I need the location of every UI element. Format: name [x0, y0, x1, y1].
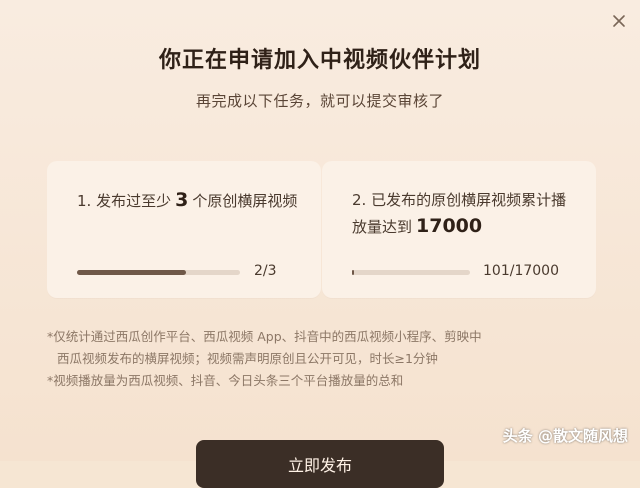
task-text-suffix: 个原创横屏视频	[192, 192, 298, 210]
progress-bar-fill	[77, 270, 186, 275]
task-text-prefix: 1. 发布过至少	[77, 192, 172, 210]
dialog-title: 你正在申请加入中视频伙伴计划	[158, 48, 481, 73]
task-description: 1. 发布过至少 3 个原创横屏视频	[77, 187, 301, 214]
task-target-number: 17000	[416, 215, 483, 237]
task-target-number: 3	[175, 189, 189, 211]
note-line: *仅统计通过西瓜创作平台、西瓜视频 App、抖音中的西瓜视频小程序、剪映中	[47, 329, 482, 344]
watermark: 头条 @散文随风想	[502, 427, 628, 445]
publish-now-button[interactable]: 立即发布	[196, 440, 444, 488]
progress-bar	[352, 270, 470, 275]
dialog-subtitle: 再完成以下任务，就可以提交审核了	[195, 92, 444, 110]
progress-bar	[77, 270, 240, 275]
eligibility-notes: *仅统计通过西瓜创作平台、西瓜视频 App、抖音中的西瓜视频小程序、剪映中 西瓜…	[47, 326, 607, 392]
task-description: 2. 已发布的原创横屏视频累计播放量达到 17000	[352, 187, 576, 240]
progress-bar-fill	[352, 270, 354, 275]
note-line: 西瓜视频发布的横屏视频；视频需声明原创且公开可见，时长≥1分钟	[57, 351, 438, 366]
close-icon	[613, 15, 625, 27]
task-card-publish-count: 1. 发布过至少 3 个原创横屏视频	[47, 161, 321, 298]
progress-text: 101/17000	[483, 263, 559, 279]
progress-text: 2/3	[254, 263, 277, 279]
apply-dialog: 你正在申请加入中视频伙伴计划 再完成以下任务，就可以提交审核了 1. 发布过至少…	[0, 0, 640, 488]
note-line: *视频播放量为西瓜视频、抖音、今日头条三个平台播放量的总和	[47, 373, 404, 388]
close-button[interactable]	[608, 10, 630, 32]
